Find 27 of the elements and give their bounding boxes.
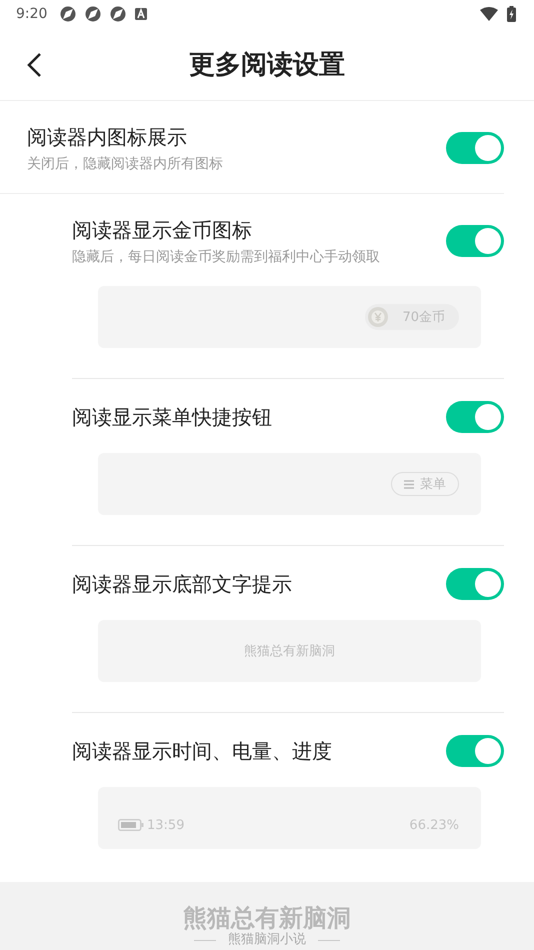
notification-icon (135, 8, 148, 20)
toggle-switch[interactable] (446, 735, 504, 767)
setting-description: 隐藏后，每日阅读金币奖励需到福利中心手动领取 (72, 248, 381, 266)
page-title: 更多阅读设置 (189, 48, 345, 82)
footer-subtitle: 熊猫脑洞小说 (228, 932, 306, 948)
footer-slogan: 熊猫总有新脑洞 (183, 904, 351, 932)
menu-label: 菜单 (420, 476, 446, 493)
toggle-switch[interactable] (446, 568, 504, 600)
wifi-icon (480, 7, 498, 21)
battery-icon (118, 819, 144, 831)
menu-icon (404, 480, 414, 488)
status-time: 9:20 (16, 6, 48, 22)
setting-title: 阅读显示菜单快捷按钮 (72, 404, 273, 431)
battery-icon (507, 6, 516, 22)
setting-description: 关闭后，隐藏阅读器内所有图标 (27, 155, 224, 173)
toggle-switch[interactable] (446, 401, 504, 433)
toggle-switch[interactable] (446, 225, 504, 257)
coin-icon (368, 307, 388, 327)
notification-icon (60, 6, 76, 22)
hint-text: 熊猫总有新脑洞 (243, 643, 336, 660)
setting-title: 阅读器显示底部文字提示 (72, 571, 293, 598)
setting-title: 阅读器显示时间、电量、进度 (72, 738, 333, 765)
setting-title: 阅读器内图标展示 (27, 124, 188, 151)
notification-icon (110, 6, 126, 22)
notification-icon (85, 6, 102, 22)
toggle-switch[interactable] (446, 132, 504, 164)
setting-title: 阅读器显示金币图标 (72, 217, 253, 244)
